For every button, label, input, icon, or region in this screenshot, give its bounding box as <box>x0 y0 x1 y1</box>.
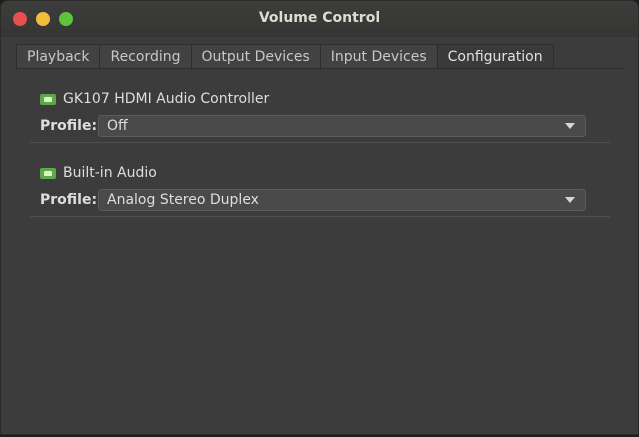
window-title: Volume Control <box>258 10 381 26</box>
chevron-down-icon <box>565 197 575 203</box>
profile-row: Profile: Analog Stereo Duplex <box>40 189 586 211</box>
card-name: Built-in Audio <box>63 165 157 181</box>
profile-value: Analog Stereo Duplex <box>107 192 259 208</box>
volume-control-window: Volume Control Playback Recording Output… <box>0 0 639 435</box>
sound-card-icon <box>40 167 56 179</box>
card-header: Built-in Audio <box>40 165 157 181</box>
profile-label: Profile: <box>40 118 98 134</box>
tab-bar: Playback Recording Output Devices Input … <box>16 44 554 69</box>
tab-playback[interactable]: Playback <box>16 44 100 69</box>
configuration-panel: GK107 HDMI Audio Controller Profile: Off… <box>16 69 624 217</box>
divider <box>30 216 610 217</box>
profile-label: Profile: <box>40 192 98 208</box>
title-bar: Volume Control <box>1 1 638 37</box>
card-header: GK107 HDMI Audio Controller <box>40 91 269 107</box>
tab-output-devices[interactable]: Output Devices <box>190 44 320 69</box>
tab-recording[interactable]: Recording <box>99 44 191 69</box>
chevron-down-icon <box>565 123 575 129</box>
sound-card-builtin: Built-in Audio Profile: Analog Stereo Du… <box>16 143 624 217</box>
profile-row: Profile: Off <box>40 115 586 137</box>
profile-dropdown[interactable]: Analog Stereo Duplex <box>98 189 586 211</box>
card-name: GK107 HDMI Audio Controller <box>63 91 270 107</box>
sound-card-icon <box>40 93 56 105</box>
sound-card-hdmi: GK107 HDMI Audio Controller Profile: Off <box>16 69 624 143</box>
profile-dropdown[interactable]: Off <box>98 115 586 137</box>
profile-value: Off <box>107 118 128 134</box>
tab-input-devices[interactable]: Input Devices <box>319 44 437 69</box>
tab-configuration[interactable]: Configuration <box>436 44 554 69</box>
